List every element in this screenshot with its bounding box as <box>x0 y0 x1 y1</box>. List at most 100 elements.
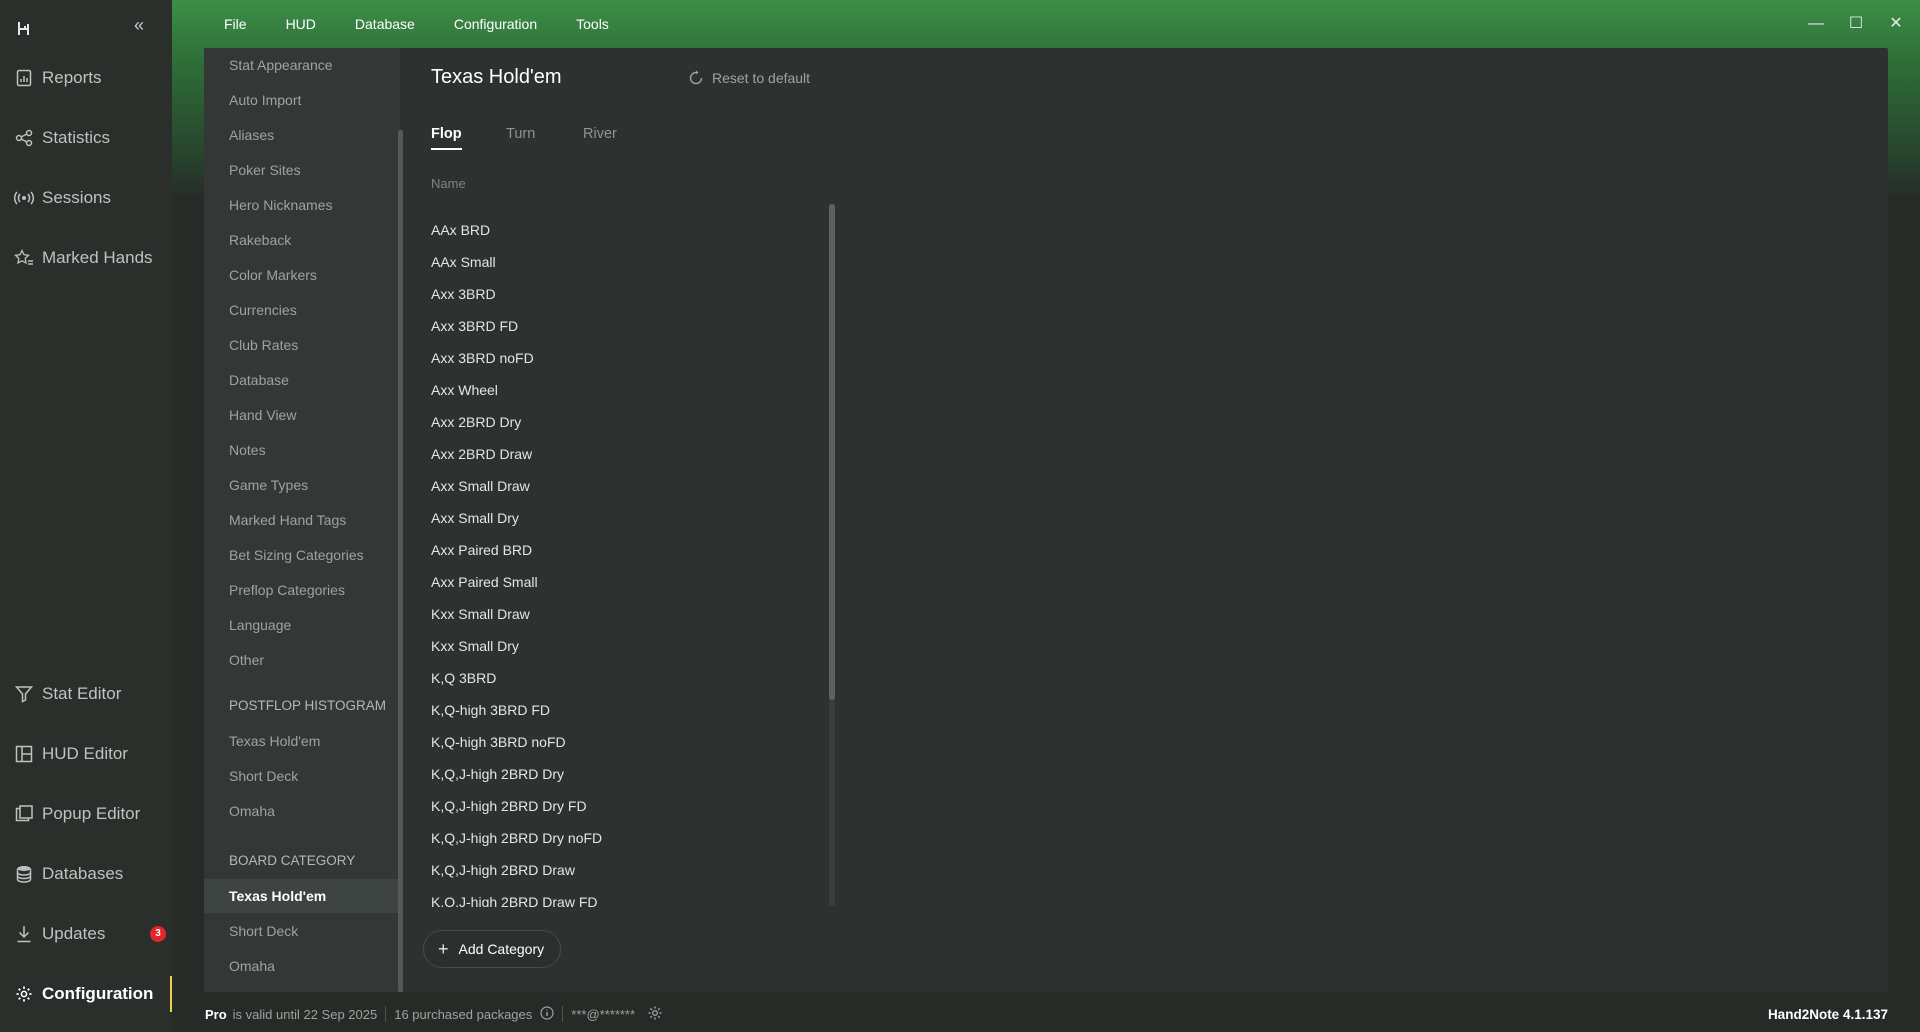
nav-label: Popup Editor <box>42 804 141 823</box>
settings-item-notes[interactable]: Notes <box>204 433 400 467</box>
list-item[interactable]: Axx Small Dry <box>420 502 830 534</box>
settings-item-currencies[interactable]: Currencies <box>204 293 400 327</box>
nav-label: Statistics <box>42 128 111 147</box>
add-category-button[interactable]: + Add Category <box>423 930 562 968</box>
settings-gear-icon[interactable] <box>647 1005 663 1024</box>
updates-count-badge: 3 <box>150 926 166 942</box>
plan-validity: is valid until 22 Sep 2025 <box>232 1006 378 1022</box>
reset-to-default-button[interactable]: Reset to default <box>688 70 810 86</box>
postflop-item-texas-holdem[interactable]: Texas Hold'em <box>204 724 400 758</box>
menu-hud[interactable]: HUD <box>286 16 316 32</box>
list-item[interactable]: K,Q,J-high 2BRD Dry FD <box>420 790 830 822</box>
reset-label: Reset to default <box>712 70 811 86</box>
settings-scrollbar[interactable] <box>398 130 403 992</box>
list-item[interactable]: Kxx Small Dry <box>420 630 830 662</box>
list-item[interactable]: Axx Paired BRD <box>420 534 830 566</box>
nav-label: Configuration <box>42 984 154 1003</box>
list-item[interactable]: K,Q,J-high 2BRD Draw FD <box>420 886 830 907</box>
nav-hud-editor[interactable]: HUD Editor <box>0 732 172 776</box>
nav-label: Sessions <box>42 188 111 207</box>
category-list: AAx BRD AAx Small Axx 3BRD Axx 3BRD FD A… <box>420 214 830 907</box>
close-icon[interactable]: ✕ <box>1882 10 1910 38</box>
nav-updates[interactable]: Updates 3 <box>0 912 172 956</box>
refresh-icon <box>688 70 704 86</box>
minimize-icon[interactable]: — <box>1802 10 1830 38</box>
sessions-icon <box>14 188 34 208</box>
plus-icon: + <box>438 938 449 959</box>
settings-item-club-rates[interactable]: Club Rates <box>204 328 400 362</box>
settings-item-auto-import[interactable]: Auto Import <box>204 83 400 117</box>
list-item[interactable]: Axx 3BRD FD <box>420 310 830 342</box>
settings-item-color-markers[interactable]: Color Markers <box>204 258 400 292</box>
menu-tools[interactable]: Tools <box>576 16 609 32</box>
menu-configuration[interactable]: Configuration <box>454 16 537 32</box>
board-item-omaha[interactable]: Omaha <box>204 949 400 983</box>
settings-item-marked-hand-tags[interactable]: Marked Hand Tags <box>204 503 400 537</box>
purchased-packages[interactable]: 16 purchased packages <box>394 1007 532 1022</box>
settings-item-rakeback[interactable]: Rakeback <box>204 223 400 257</box>
menu-database[interactable]: Database <box>355 16 415 32</box>
tab-turn[interactable]: Turn <box>506 126 535 148</box>
maximize-icon[interactable]: ☐ <box>1842 10 1870 38</box>
list-item[interactable]: Axx 2BRD Dry <box>420 406 830 438</box>
list-item[interactable]: Axx 3BRD <box>420 278 830 310</box>
list-item[interactable]: K,Q,J-high 2BRD Draw <box>420 854 830 886</box>
status-bar: Pro is valid until 22 Sep 2025 16 purcha… <box>172 996 1920 1032</box>
settings-item-bet-sizing-categories[interactable]: Bet Sizing Categories <box>204 538 400 572</box>
name-column-header: Name <box>431 176 466 191</box>
settings-item-hero-nicknames[interactable]: Hero Nicknames <box>204 188 400 222</box>
settings-item-poker-sites[interactable]: Poker Sites <box>204 153 400 187</box>
list-item[interactable]: Axx 3BRD noFD <box>420 342 830 374</box>
list-item[interactable]: K,Q,J-high 2BRD Dry noFD <box>420 822 830 854</box>
database-icon <box>14 864 34 884</box>
list-item[interactable]: Axx Paired Small <box>420 566 830 598</box>
add-category-label: Add Category <box>458 941 545 957</box>
nav-sessions[interactable]: Sessions <box>0 176 172 220</box>
popup-editor-icon <box>14 804 34 824</box>
postflop-item-short-deck[interactable]: Short Deck <box>204 759 400 793</box>
board-item-short-deck[interactable]: Short Deck <box>204 914 400 948</box>
list-item[interactable]: Axx 2BRD Draw <box>420 438 830 470</box>
list-item[interactable]: Axx Small Draw <box>420 470 830 502</box>
postflop-item-omaha[interactable]: Omaha <box>204 794 400 828</box>
statistics-icon <box>14 128 34 148</box>
tab-flop[interactable]: Flop <box>431 126 462 150</box>
nav-marked-hands[interactable]: Marked Hands <box>0 236 172 280</box>
list-item[interactable]: K,Q-high 3BRD FD <box>420 694 830 726</box>
app-logo-icon <box>18 22 29 35</box>
nav-stat-editor[interactable]: Stat Editor <box>0 672 172 716</box>
collapse-sidebar-icon[interactable]: « <box>128 14 150 36</box>
list-scrollbar-thumb[interactable] <box>829 204 835 700</box>
menu-file[interactable]: File <box>224 16 247 32</box>
settings-item-hand-view[interactable]: Hand View <box>204 398 400 432</box>
tab-river[interactable]: River <box>583 126 617 148</box>
list-item[interactable]: K,Q,J-high 2BRD Dry <box>420 758 830 790</box>
settings-item-preflop-categories[interactable]: Preflop Categories <box>204 573 400 607</box>
marked-hands-icon <box>14 248 34 268</box>
list-item[interactable]: K,Q 3BRD <box>420 662 830 694</box>
list-item[interactable]: Axx Wheel <box>420 374 830 406</box>
settings-item-stat-appearance[interactable]: Stat Appearance <box>204 48 400 82</box>
board-item-texas-holdem[interactable]: Texas Hold'em <box>204 879 400 913</box>
settings-item-game-types[interactable]: Game Types <box>204 468 400 502</box>
app-version: Hand2Note 4.1.137 <box>1767 1007 1888 1022</box>
list-item[interactable]: AAx Small <box>420 246 830 278</box>
info-icon[interactable] <box>540 1005 554 1023</box>
nav-statistics[interactable]: Statistics <box>0 116 172 160</box>
settings-item-language[interactable]: Language <box>204 608 400 642</box>
list-item[interactable]: AAx BRD <box>420 214 830 246</box>
reports-icon <box>14 68 34 88</box>
filter-icon <box>14 684 34 704</box>
plan-name: Pro <box>205 1006 227 1022</box>
settings-item-database[interactable]: Database <box>204 363 400 397</box>
nav-label: Marked Hands <box>42 248 153 267</box>
nav-databases[interactable]: Databases <box>0 852 172 896</box>
settings-item-aliases[interactable]: Aliases <box>204 118 400 152</box>
nav-reports[interactable]: Reports <box>0 56 172 100</box>
settings-item-other[interactable]: Other <box>204 643 400 677</box>
divider <box>385 1006 387 1022</box>
list-item[interactable]: K,Q-high 3BRD noFD <box>420 726 830 758</box>
nav-popup-editor[interactable]: Popup Editor <box>0 792 172 836</box>
list-item[interactable]: Kxx Small Draw <box>420 598 830 630</box>
nav-configuration[interactable]: Configuration <box>0 972 172 1016</box>
